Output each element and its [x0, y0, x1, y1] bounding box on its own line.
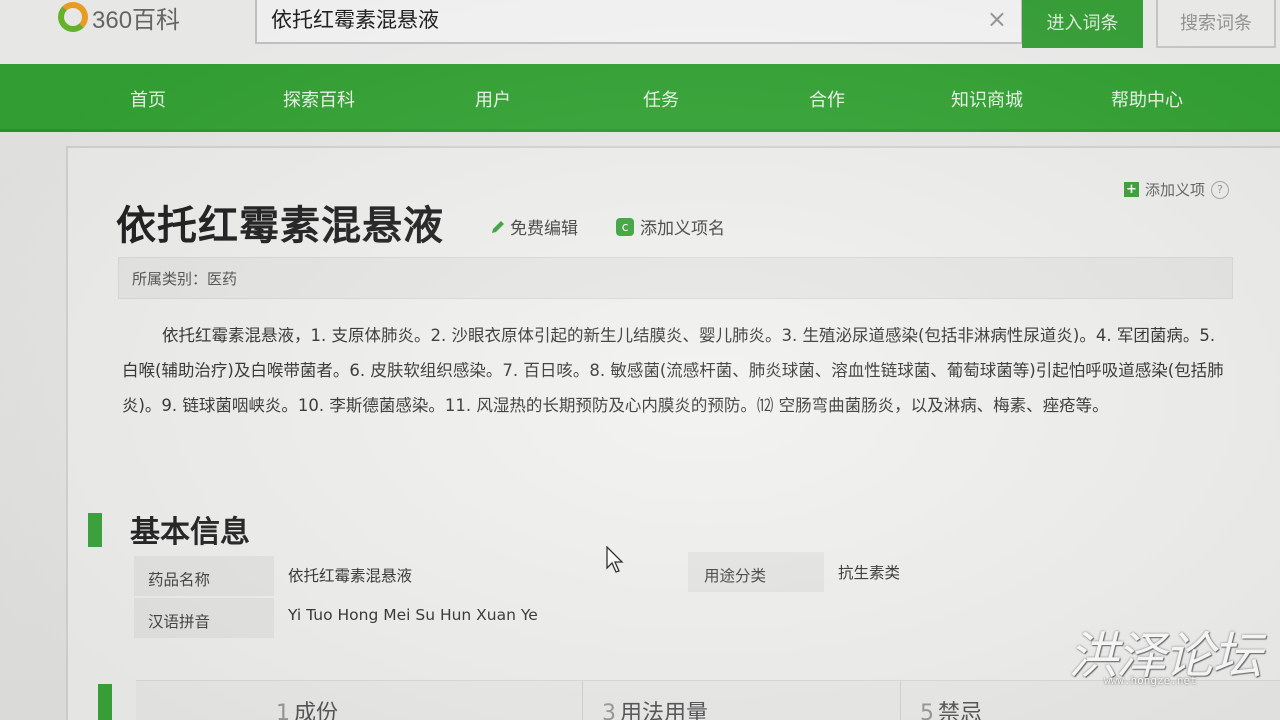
catalog-item-number: 5 — [920, 701, 934, 720]
catalog-item[interactable]: 3 用法用量 — [602, 695, 708, 720]
nav-item-home[interactable]: 首页 — [130, 86, 166, 112]
free-edit-label: 免费编辑 — [510, 219, 578, 239]
nav-item-cooperation[interactable]: 合作 — [809, 86, 845, 112]
category-label: 所属类别： — [132, 270, 208, 288]
pinyin-label: 汉语拼音 — [134, 598, 274, 638]
usage-category-label: 用途分类 — [688, 552, 824, 592]
catalog-item-label: 禁忌 — [938, 701, 983, 720]
add-item-link[interactable]: + 添加义项 ? — [1124, 179, 1230, 200]
add-name-label: 添加义项名 — [640, 219, 725, 239]
site-logo[interactable]: 360百科 — [58, 0, 180, 34]
nav-item-tasks[interactable]: 任务 — [643, 86, 679, 112]
catalog-item[interactable]: 1 成份 — [276, 695, 338, 720]
page-title: 依托红霉素混悬液 — [116, 203, 444, 249]
plus-icon: + — [1124, 182, 1139, 197]
section-marker — [88, 513, 102, 547]
watermark-url: www.hongze.net — [1104, 674, 1197, 687]
info-row: 药品名称 依托红霉素混悬液 用途分类 抗生素类 — [134, 552, 1134, 598]
top-bar: 360百科 依托红霉素混悬液 × 进入词条 搜索词条 — [0, 0, 1280, 64]
catalog-item[interactable]: 5 禁忌 — [920, 695, 982, 720]
nav-item-explore[interactable]: 探索百科 — [283, 86, 355, 112]
usage-category-value: 抗生素类 — [838, 564, 901, 582]
logo-icon — [58, 2, 88, 32]
category-bar: 所属类别：医药 — [118, 257, 1233, 299]
add-name-icon: c — [616, 217, 634, 236]
enter-entry-button[interactable]: 进入词条 — [1022, 0, 1143, 48]
search-input[interactable]: 依托红霉素混悬液 × — [255, 0, 1023, 44]
clear-icon[interactable]: × — [987, 5, 1007, 33]
basic-info-title: 基本信息 — [130, 515, 250, 550]
pinyin-value: Yi Tuo Hong Mei Su Hun Xuan Ye — [288, 606, 538, 624]
nav-item-knowledge-mall[interactable]: 知识商城 — [951, 86, 1023, 112]
entry-summary: 依托红霉素混悬液，1. 支原体肺炎。2. 沙眼衣原体引起的新生儿结膜炎、婴儿肺炎… — [122, 326, 1224, 415]
catalog-divider — [900, 681, 901, 720]
logo-text: 360百科 — [92, 6, 181, 34]
add-name-link[interactable]: c 添加义项名 — [616, 214, 725, 239]
pencil-icon — [492, 220, 504, 233]
catalog-item-label: 用法用量 — [620, 701, 709, 720]
help-icon[interactable]: ? — [1211, 180, 1230, 199]
nav-item-help-center[interactable]: 帮助中心 — [1111, 86, 1183, 112]
mouse-cursor-icon — [606, 546, 624, 573]
category-value[interactable]: 医药 — [207, 270, 237, 288]
free-edit-link[interactable]: 免费编辑 — [490, 214, 578, 239]
forum-watermark: 洪泽论坛 www.hongze.net — [1064, 616, 1264, 696]
catalog-divider — [582, 681, 583, 720]
info-row: 汉语拼音 Yi Tuo Hong Mei Su Hun Xuan Ye — [134, 598, 1134, 640]
search-entry-button[interactable]: 搜索词条 — [1156, 0, 1276, 48]
catalog-marker — [98, 684, 112, 720]
nav-item-users[interactable]: 用户 — [475, 86, 511, 112]
add-item-label: 添加义项 — [1145, 181, 1206, 199]
search-value: 依托红霉素混悬液 — [271, 8, 439, 32]
catalog-item-number: 1 — [276, 701, 290, 720]
catalog-item-label: 成份 — [294, 701, 339, 720]
basic-info-table: 药品名称 依托红霉素混悬液 用途分类 抗生素类 汉语拼音 Yi Tuo Hong… — [134, 552, 1134, 640]
main-nav: 首页 探索百科 用户 任务 合作 知识商城 帮助中心 — [0, 64, 1280, 132]
drug-name-label: 药品名称 — [134, 556, 274, 596]
catalog-item-number: 3 — [602, 701, 616, 720]
drug-name-value: 依托红霉素混悬液 — [288, 567, 413, 585]
page: 360百科 依托红霉素混悬液 × 进入词条 搜索词条 首页 探索百科 用户 任务… — [0, 0, 1280, 720]
